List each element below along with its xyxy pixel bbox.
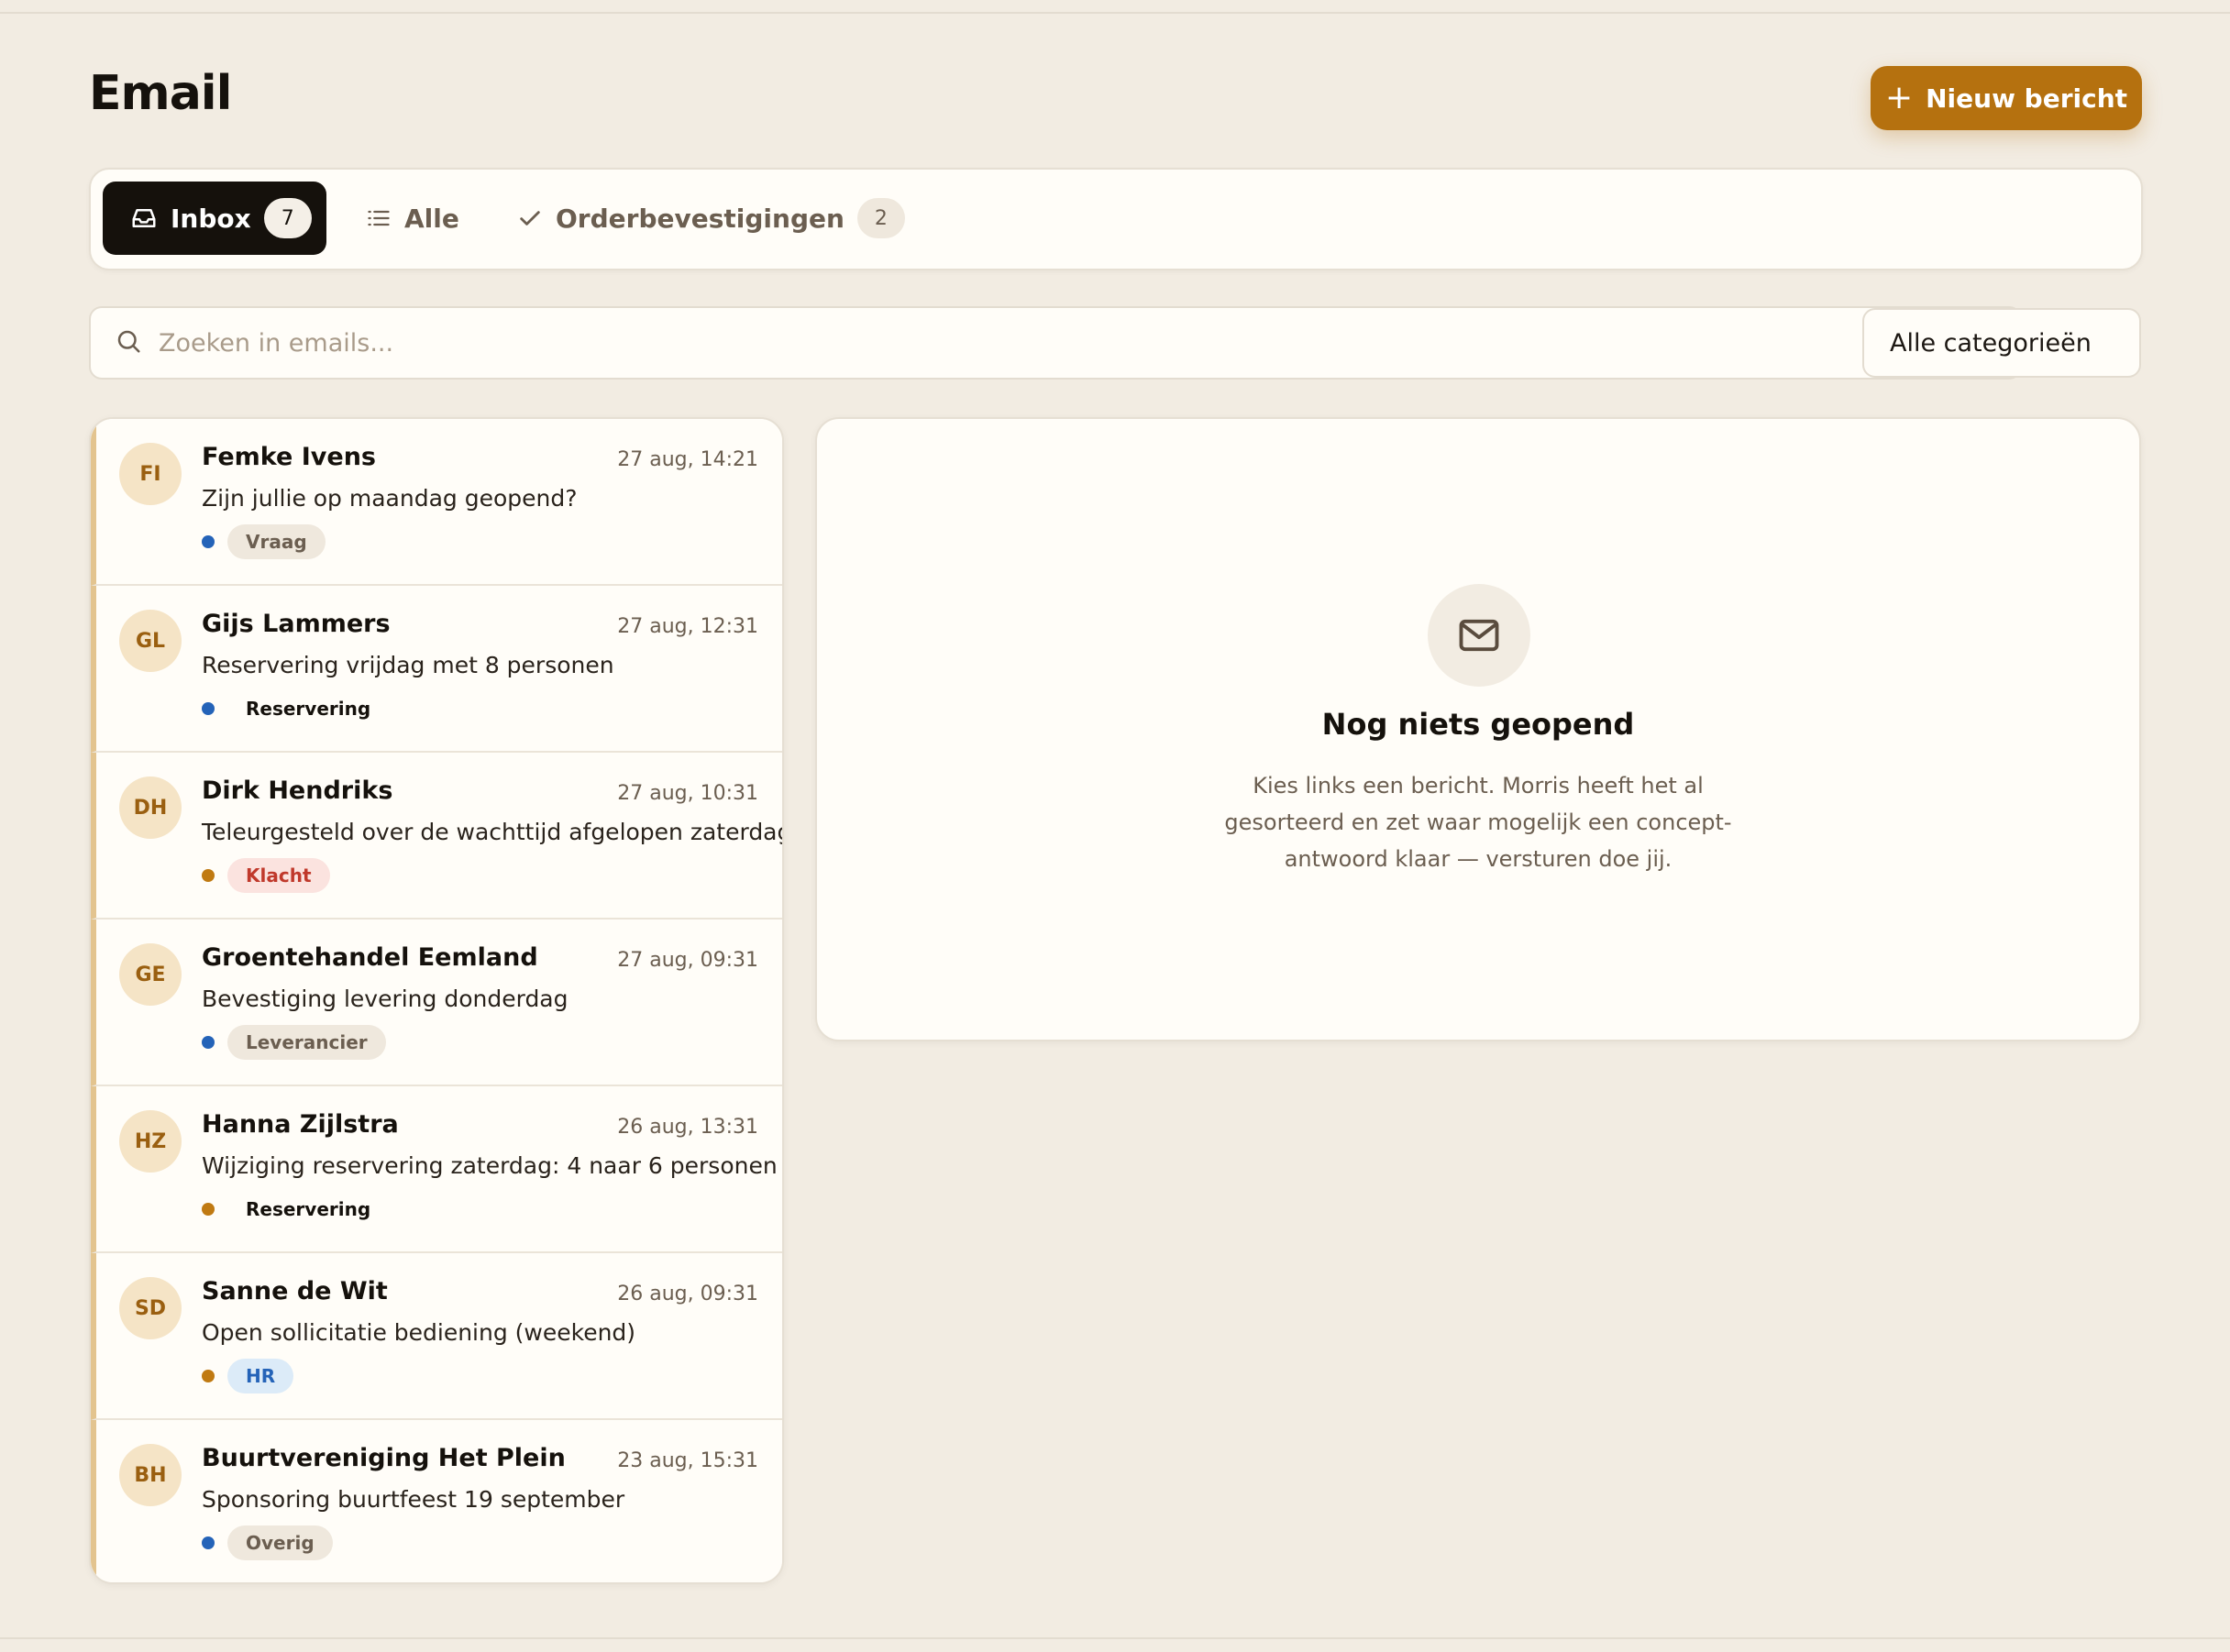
email-meta: Reservering: [202, 691, 389, 726]
email-subject: Bevestiging levering donderdag: [202, 986, 569, 1012]
status-dot: [202, 869, 215, 882]
email-meta: Leverancier: [202, 1025, 386, 1060]
bottom-divider: [0, 1637, 2230, 1639]
email-list: FI Femke Ivens 27 aug, 14:21 Zijn jullie…: [89, 417, 784, 1584]
email-sender: Dirk Hendriks: [202, 776, 393, 805]
new-message-button[interactable]: + Nieuw bericht: [1871, 66, 2142, 130]
search-icon: [115, 327, 142, 358]
email-row[interactable]: GE Groentehandel Eemland 27 aug, 09:31 B…: [91, 920, 782, 1086]
email-row[interactable]: SD Sanne de Wit 26 aug, 09:31 Open solli…: [91, 1253, 782, 1420]
category-badge: Reservering: [246, 1198, 371, 1220]
email-sender: Hanna Zijlstra: [202, 1110, 399, 1139]
list-icon: [366, 205, 392, 231]
avatar: FI: [119, 443, 182, 505]
tab-all-label: Alle: [404, 203, 459, 234]
avatar: SD: [119, 1277, 182, 1339]
email-sender: Gijs Lammers: [202, 610, 391, 638]
status-dot: [202, 1036, 215, 1049]
avatar: GL: [119, 610, 182, 672]
category-badge: Overig: [227, 1525, 333, 1560]
category-select-value: Alle categorieën: [1890, 328, 2092, 358]
avatar: GE: [119, 943, 182, 1006]
category-select[interactable]: Alle categorieën: [1862, 308, 2141, 378]
mail-icon: [1428, 584, 1530, 687]
email-meta: Reservering: [202, 1192, 389, 1227]
search-input[interactable]: [157, 327, 1903, 358]
status-dot: [202, 1203, 215, 1216]
email-meta: Klacht: [202, 858, 330, 893]
email-sender: Femke Ivens: [202, 443, 376, 471]
email-time: 27 aug, 10:31: [617, 782, 758, 805]
email-row[interactable]: HZ Hanna Zijlstra 26 aug, 13:31 Wijzigin…: [91, 1086, 782, 1253]
category-badge: Leverancier: [227, 1025, 386, 1060]
top-divider: [0, 12, 2230, 14]
email-row[interactable]: BH Buurtvereniging Het Plein 23 aug, 15:…: [91, 1420, 782, 1582]
plus-icon: +: [1884, 79, 1914, 116]
email-subject: Reservering vrijdag met 8 personen: [202, 652, 614, 678]
check-icon: [517, 205, 543, 231]
avatar: HZ: [119, 1110, 182, 1173]
email-meta: Overig: [202, 1525, 333, 1560]
avatar: BH: [119, 1444, 182, 1506]
email-time: 26 aug, 09:31: [617, 1283, 758, 1305]
category-badge: Vraag: [227, 524, 326, 559]
email-sender: Buurtvereniging Het Plein: [202, 1444, 566, 1472]
page-title: Email: [89, 66, 232, 121]
empty-state-title: Nog niets geopend: [1321, 707, 1635, 742]
tab-all[interactable]: Alle: [366, 182, 459, 255]
tab-orders-count: 2: [856, 198, 905, 238]
tab-inbox-count: 7: [263, 198, 312, 238]
email-subject: Sponsoring buurtfeest 19 september: [202, 1486, 625, 1513]
tab-inbox-label: Inbox: [171, 203, 251, 234]
search-box[interactable]: [89, 306, 2022, 380]
tab-orders-label: Orderbevestigingen: [556, 203, 845, 234]
email-meta: HR: [202, 1359, 294, 1393]
email-subject: Open sollicitatie bediening (weekend): [202, 1319, 636, 1346]
email-time: 27 aug, 12:31: [617, 615, 758, 638]
email-meta: Vraag: [202, 524, 326, 559]
category-badge: HR: [227, 1359, 294, 1393]
email-preview-panel: Nog niets geopend Kies links een bericht…: [815, 417, 2141, 1041]
email-subject: Zijn jullie op maandag geopend?: [202, 485, 578, 512]
email-time: 26 aug, 13:31: [617, 1116, 758, 1139]
status-dot: [202, 1536, 215, 1549]
email-time: 27 aug, 14:21: [617, 448, 758, 471]
tab-orderbevestigingen[interactable]: Orderbevestigingen 2: [517, 182, 905, 255]
avatar: DH: [119, 776, 182, 839]
status-dot: [202, 1370, 215, 1382]
status-dot: [202, 535, 215, 548]
email-subject: Teleurgesteld over de wachttijd afgelope…: [202, 819, 784, 845]
email-time: 23 aug, 15:31: [617, 1449, 758, 1472]
email-time: 27 aug, 09:31: [617, 949, 758, 972]
email-sender: Groentehandel Eemland: [202, 943, 538, 972]
category-badge: Klacht: [227, 858, 330, 893]
email-row[interactable]: DH Dirk Hendriks 27 aug, 10:31 Teleurges…: [91, 753, 782, 920]
new-message-label: Nieuw bericht: [1926, 83, 2128, 114]
tab-inbox[interactable]: Inbox 7: [103, 182, 326, 255]
tabs-bar: Inbox 7 Alle Orderbevestigingen 2: [89, 168, 2143, 270]
email-row[interactable]: GL Gijs Lammers 27 aug, 12:31 Reserverin…: [91, 586, 782, 753]
empty-state-text: Kies links een bericht. Morris heeft het…: [1224, 773, 1732, 872]
email-row[interactable]: FI Femke Ivens 27 aug, 14:21 Zijn jullie…: [91, 419, 782, 586]
status-dot: [202, 702, 215, 715]
email-sender: Sanne de Wit: [202, 1277, 388, 1305]
email-subject: Wijziging reservering zaterdag: 4 naar 6…: [202, 1152, 778, 1179]
inbox-icon: [130, 204, 158, 232]
category-badge: Reservering: [246, 698, 371, 720]
